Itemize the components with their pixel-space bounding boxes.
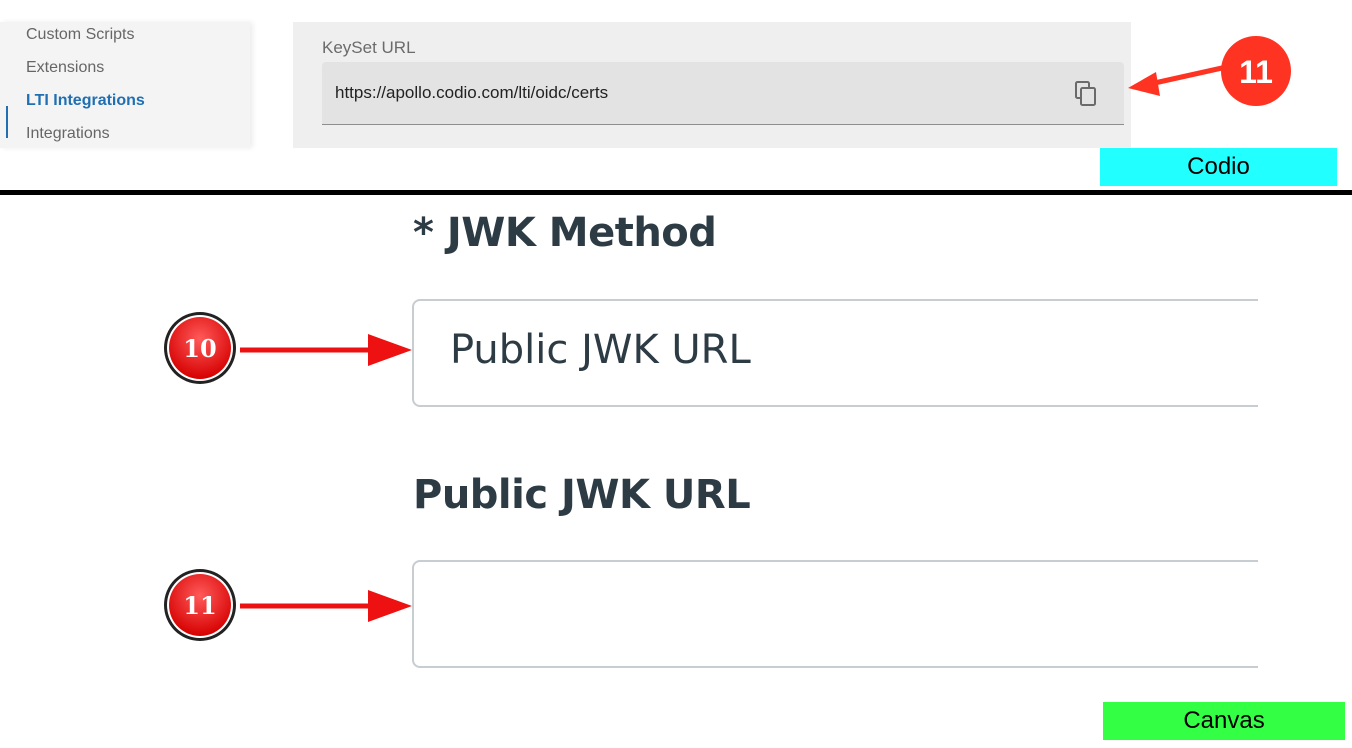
arrow-to-jwk-method	[240, 334, 412, 366]
marker-10-number: 10	[183, 334, 216, 363]
annotation-overlay: 11 10 11	[164, 36, 1291, 641]
marker-11-number: 11	[183, 591, 216, 620]
arrow-to-copy-icon	[1128, 65, 1223, 96]
arrow-to-public-jwk-url	[240, 590, 412, 622]
marker-top-number: 11	[1239, 54, 1273, 90]
marker-badge-top: 11	[1221, 36, 1291, 106]
marker-badge-11: 11	[164, 569, 236, 641]
marker-badge-10: 10	[164, 312, 236, 384]
